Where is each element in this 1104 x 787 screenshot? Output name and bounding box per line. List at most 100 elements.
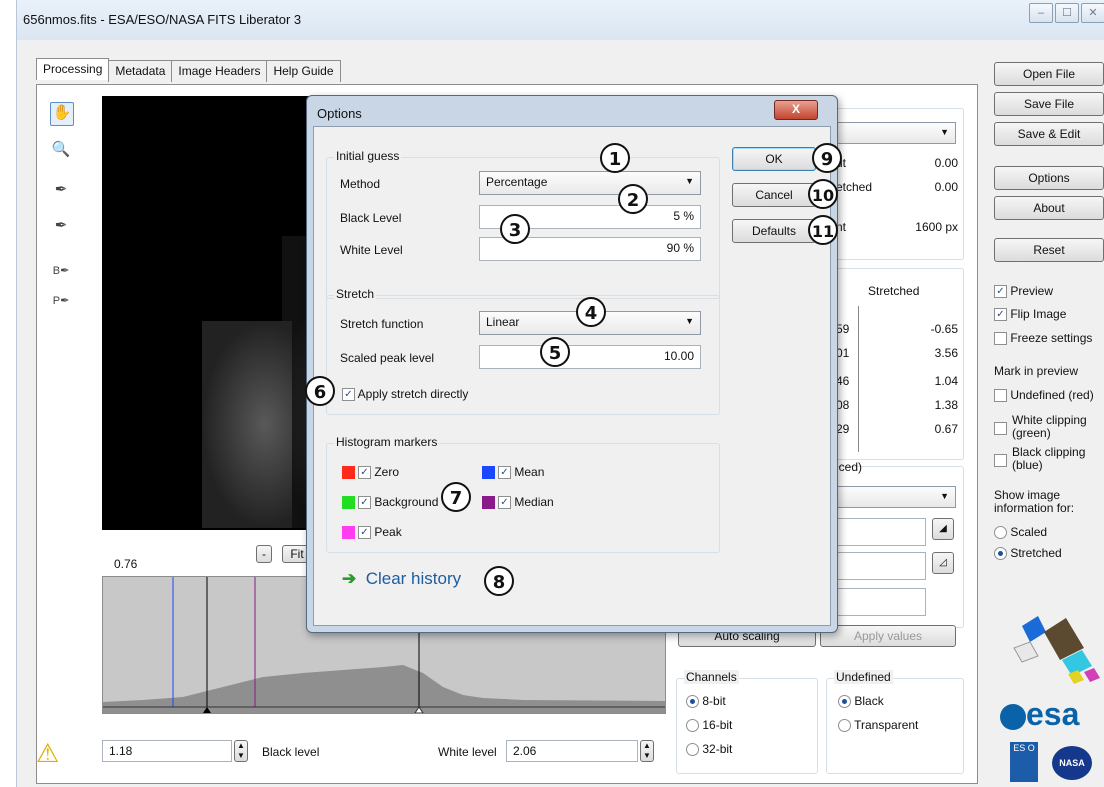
- method-select-value: Percentage: [486, 175, 548, 189]
- scaling-group-title: iced): [836, 460, 863, 474]
- black-clip-label-2: (blue): [1012, 458, 1043, 472]
- scaling-eyedropper-1-icon[interactable]: ◢: [932, 518, 954, 540]
- close-window-button[interactable]: ✕: [1081, 3, 1104, 23]
- hand-tool-icon[interactable]: ✋: [50, 102, 74, 126]
- tab-help-guide[interactable]: Help Guide: [266, 60, 341, 82]
- stretched-radio[interactable]: [994, 547, 1007, 561]
- black-clip-checkbox[interactable]: [994, 454, 1007, 467]
- eyedropper-b-label: B: [52, 265, 61, 277]
- scaling-input-1[interactable]: [836, 518, 926, 546]
- reset-button[interactable]: Reset: [994, 238, 1104, 262]
- histogram-fill: [103, 665, 665, 713]
- black-level-label: Black level: [262, 745, 320, 759]
- callout-8: 8: [484, 566, 514, 596]
- cancel-button[interactable]: Cancel: [732, 183, 816, 207]
- minimize-button[interactable]: –: [1029, 3, 1053, 23]
- histogram-markers-title: Histogram markers: [334, 435, 440, 449]
- tab-strip: Processing Metadata Image Headers Help G…: [36, 58, 341, 82]
- maximize-button[interactable]: ☐: [1055, 3, 1079, 23]
- radio-black[interactable]: [838, 695, 851, 709]
- undefined-transparent[interactable]: Transparent: [838, 718, 918, 733]
- stat-value: 1.38: [934, 398, 958, 412]
- mark-title: Mark in preview: [994, 364, 1079, 378]
- zoom-tool-icon[interactable]: 🔍: [50, 140, 72, 162]
- scaled-peak-input[interactable]: 10.00: [479, 345, 701, 369]
- nebula-region-left: [202, 321, 292, 528]
- save-edit-button[interactable]: Save & Edit: [994, 122, 1104, 146]
- white-clip-checkbox[interactable]: [994, 422, 1007, 435]
- about-button[interactable]: About: [994, 196, 1104, 220]
- marker-peak[interactable]: ✓ Peak: [342, 525, 402, 540]
- scaling-input-2[interactable]: [836, 552, 926, 580]
- freeze-check[interactable]: Freeze settings: [994, 331, 1092, 346]
- black-level-input[interactable]: 1.18: [102, 740, 232, 762]
- preview-check[interactable]: ✓ Preview: [994, 284, 1054, 299]
- undefined-title: Undefined: [834, 670, 893, 684]
- eyedropper-peak-icon[interactable]: P✒: [50, 294, 72, 316]
- callout-5: 5: [540, 337, 570, 367]
- callout-4: 4: [576, 297, 606, 327]
- open-file-button[interactable]: Open File: [994, 62, 1104, 86]
- defaults-button[interactable]: Defaults: [732, 219, 816, 243]
- undefined-checkbox[interactable]: [994, 389, 1007, 403]
- eyedropper-icon[interactable]: ✒: [50, 180, 72, 202]
- undefined-check[interactable]: Undefined (red): [994, 388, 1094, 403]
- preview-checkbox[interactable]: ✓: [994, 285, 1007, 299]
- info-select[interactable]: ▼: [836, 122, 956, 144]
- freeze-checkbox[interactable]: [994, 332, 1007, 346]
- scaling-eyedropper-2-icon[interactable]: ◿: [932, 552, 954, 574]
- tab-processing[interactable]: Processing: [36, 58, 110, 80]
- white-level-input[interactable]: 2.06: [506, 740, 638, 762]
- eyedropper-white-icon[interactable]: ✒: [50, 216, 72, 238]
- flip-check[interactable]: ✓ Flip Image: [994, 307, 1066, 322]
- white-clip-label-2: (green): [1012, 426, 1051, 440]
- dialog-close-button[interactable]: X: [774, 100, 818, 120]
- radio-8bit[interactable]: [686, 695, 699, 709]
- zoom-out-button[interactable]: -: [256, 545, 272, 563]
- median-checkbox[interactable]: ✓: [498, 496, 511, 510]
- white-level-spinner[interactable]: ▲ ▼: [640, 740, 654, 762]
- radio-16bit[interactable]: [686, 719, 699, 733]
- background-label: Background: [374, 495, 439, 509]
- median-swatch: [482, 496, 495, 510]
- channel-8bit[interactable]: 8-bit: [686, 694, 726, 709]
- apply-stretch-check[interactable]: ✓ Apply stretch directly: [342, 387, 468, 402]
- preview-check-label: Preview: [1010, 284, 1054, 298]
- scaling-input-3[interactable]: [836, 588, 926, 616]
- clear-history-link[interactable]: ➔ Clear history: [342, 569, 461, 589]
- undefined-black[interactable]: Black: [838, 694, 884, 709]
- apply-stretch-checkbox[interactable]: ✓: [342, 388, 355, 402]
- tab-image-headers[interactable]: Image Headers: [171, 60, 268, 82]
- scaled-option[interactable]: Scaled: [994, 525, 1047, 540]
- liberator-logo-graphic: [1013, 616, 1100, 684]
- radio-transparent[interactable]: [838, 719, 851, 733]
- method-label: Method: [340, 177, 381, 191]
- method-select[interactable]: Percentage ▼: [479, 171, 701, 195]
- save-file-button[interactable]: Save File: [994, 92, 1104, 116]
- scaling-select[interactable]: ▼: [836, 486, 956, 508]
- radio-32bit[interactable]: [686, 743, 699, 757]
- warning-icon: ⚠: [36, 738, 60, 768]
- flip-checkbox[interactable]: ✓: [994, 308, 1007, 322]
- tab-metadata[interactable]: Metadata: [108, 60, 173, 82]
- mean-checkbox[interactable]: ✓: [498, 466, 511, 480]
- channel-16bit-label: 16-bit: [702, 718, 733, 732]
- channel-16bit[interactable]: 16-bit: [686, 718, 733, 733]
- options-button[interactable]: Options: [994, 166, 1104, 190]
- zero-checkbox[interactable]: ✓: [358, 466, 371, 480]
- peak-label: Peak: [374, 525, 402, 539]
- scaled-radio[interactable]: [994, 526, 1007, 540]
- background-checkbox[interactable]: ✓: [358, 496, 371, 510]
- black-level-spinner[interactable]: ▲ ▼: [234, 740, 248, 762]
- channel-32bit[interactable]: 32-bit: [686, 742, 732, 757]
- eyedropper-background-icon[interactable]: B✒: [50, 264, 72, 286]
- stretched-option[interactable]: Stretched: [994, 546, 1062, 561]
- marker-mean[interactable]: ✓ Mean: [482, 465, 544, 480]
- median-label: Median: [514, 495, 554, 509]
- apply-values-button[interactable]: Apply values: [820, 625, 956, 647]
- marker-background[interactable]: ✓ Background: [342, 495, 439, 510]
- ok-button[interactable]: OK: [732, 147, 816, 171]
- marker-median[interactable]: ✓ Median: [482, 495, 554, 510]
- peak-checkbox[interactable]: ✓: [358, 526, 371, 540]
- marker-zero[interactable]: ✓ Zero: [342, 465, 399, 480]
